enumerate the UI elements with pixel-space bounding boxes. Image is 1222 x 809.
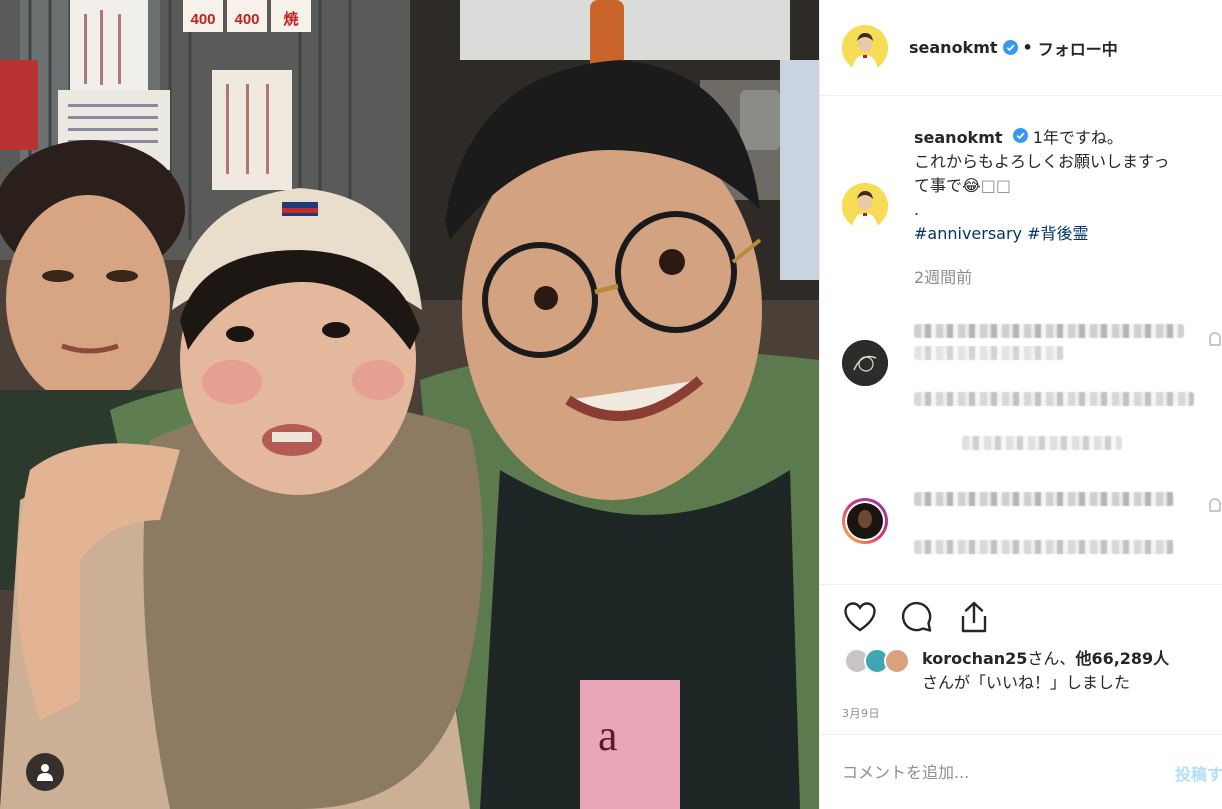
post-header: seanokmt • フォロー中 [820, 0, 1222, 96]
comment-like-icon[interactable] [1209, 498, 1221, 512]
liker-avatars [842, 647, 914, 675]
caption-avatar[interactable] [842, 183, 888, 229]
user-tag-icon [37, 764, 53, 781]
caption-line-2: これからもよろしくお願いしますっ [914, 152, 1170, 171]
caption-time-ago: 2週間前 [914, 268, 973, 287]
shirt-print-text: a [598, 711, 618, 760]
comment-bubble-icon [901, 601, 932, 632]
tag-people-button[interactable] [26, 753, 64, 791]
verified-badge-icon [1002, 40, 1018, 55]
blurred-comment-text [914, 324, 1184, 338]
caption-line-3: て事で😂 [914, 176, 981, 195]
caption-dot-line: . [914, 200, 920, 219]
caption-text: seanokmt 1年ですね。 これからもよろしくお願いしますっ て事で😂□□ … [914, 126, 1212, 246]
comment-item [842, 488, 1222, 584]
post-photo[interactable]: 400 400 焼 a [0, 0, 819, 809]
post-actions: korochan25さん、他66,289人 さんが「いいね！」しました 3月9日 [820, 584, 1222, 734]
share-icon [961, 601, 987, 633]
post-side-panel: seanokmt • フォロー中 seanokmt 1年ですね。 これからもよろ… [819, 0, 1222, 809]
caption: seanokmt 1年ですね。 これからもよろしくお願いしますっ て事で😂□□ … [842, 126, 1212, 288]
price-sign-1: 400 [190, 11, 215, 28]
liker-username[interactable]: korochan25 [922, 649, 1027, 668]
price-sign-3: 焼 [283, 10, 298, 28]
likes-text: korochan25さん、他66,289人 さんが「いいね！」しました [922, 647, 1212, 695]
avatar-illustration [842, 24, 888, 71]
avatar-illustration [842, 340, 888, 386]
liker-avatar[interactable] [884, 648, 910, 674]
author-avatar[interactable] [842, 24, 888, 71]
comment-like-icon[interactable] [1209, 332, 1221, 346]
blurred-comment-text [914, 346, 1064, 360]
post-comment-button[interactable]: 投稿する [1175, 761, 1222, 785]
comment-item [842, 318, 1222, 468]
commenter-avatar[interactable] [842, 498, 888, 544]
blurred-comment-text [962, 436, 1122, 450]
blurred-comment-text [914, 540, 1174, 554]
header-separator: • [1022, 38, 1033, 57]
blurred-comment-text [914, 392, 1194, 406]
action-row [842, 599, 992, 635]
likes-suffix: さん、 [1027, 649, 1076, 668]
likes-count[interactable]: 他66,289人 [1075, 649, 1169, 668]
commenter-avatar[interactable] [842, 340, 888, 386]
author-username[interactable]: seanokmt [909, 38, 998, 57]
heart-icon [844, 602, 876, 632]
share-button[interactable] [956, 599, 992, 635]
verified-badge-icon [1012, 128, 1028, 143]
follow-button[interactable]: フォロー中 [1038, 36, 1118, 60]
like-button[interactable] [842, 599, 878, 635]
caption-line-1: 1年ですね。 [1032, 128, 1123, 147]
likes-line-2: さんが「いいね！」しました [922, 673, 1131, 692]
hashtag-anniversary[interactable]: #anniversary [914, 224, 1022, 243]
add-comment-bar: 投稿する [820, 734, 1222, 809]
post-date[interactable]: 3月9日 [842, 705, 880, 721]
blurred-comment-text [914, 492, 1174, 506]
comments-list[interactable]: seanokmt 1年ですね。 これからもよろしくお願いしますっ て事で😂□□ … [820, 96, 1222, 584]
comment-button[interactable] [899, 599, 935, 635]
photo-illustration: 400 400 焼 a [0, 0, 819, 809]
comment-input[interactable] [842, 762, 1162, 782]
caption-username[interactable]: seanokmt [914, 128, 1003, 147]
price-sign-2: 400 [234, 11, 259, 28]
avatar-illustration [845, 501, 885, 541]
hashtag-haigorei[interactable]: #背後霊 [1027, 224, 1088, 243]
avatar-illustration [842, 183, 888, 229]
caption-missing-glyphs: □□ [980, 176, 1011, 195]
likes-summary: korochan25さん、他66,289人 さんが「いいね！」しました [842, 647, 1212, 695]
